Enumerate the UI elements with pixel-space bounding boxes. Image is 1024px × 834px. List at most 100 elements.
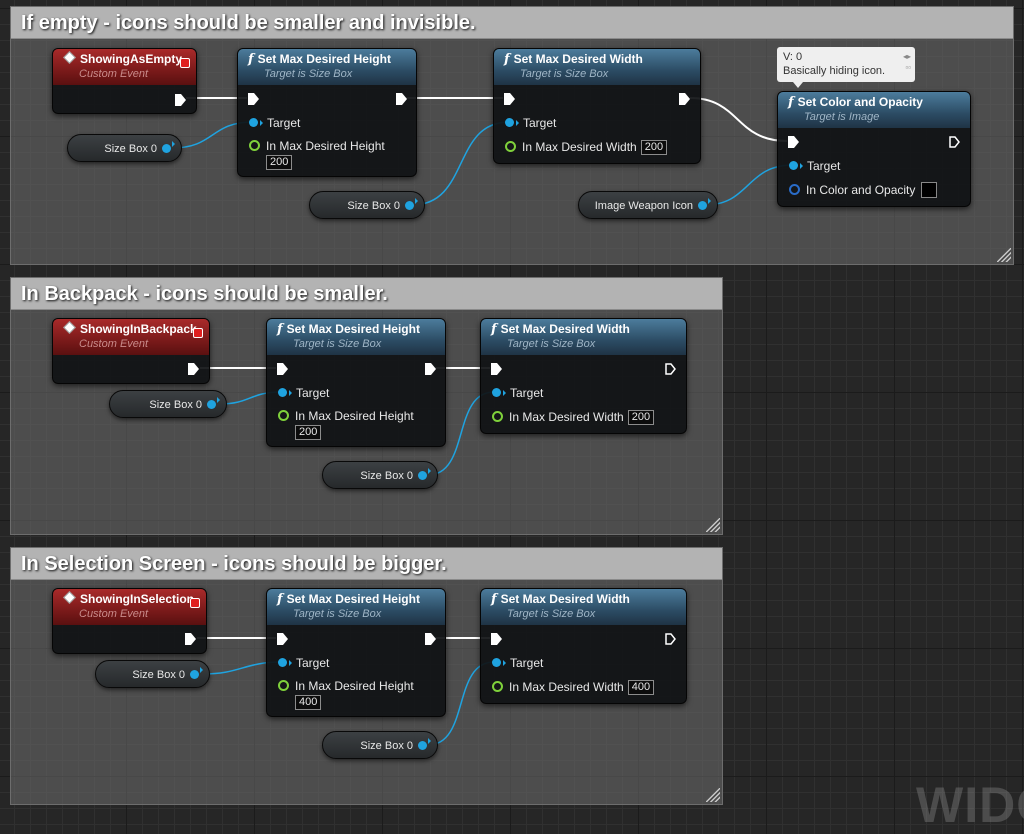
pin-icon[interactable]: ▫▫ <box>905 61 911 75</box>
set-max-desired-height-node[interactable]: f Set Max Desired Height Target is Size B… <box>237 48 417 177</box>
set-max-desired-width-node[interactable]: f Set Max Desired Width Target is Size Bo… <box>480 588 687 704</box>
target-pin[interactable]: Target <box>492 656 543 670</box>
node-title: Set Max Desired Width <box>500 592 630 606</box>
node-subtitle: Target is Image <box>804 111 880 123</box>
object-pin-icon[interactable] <box>190 670 199 679</box>
node-header: f Set Max Desired Height Target is Size B… <box>267 589 445 625</box>
exec-in-pin[interactable] <box>491 363 502 375</box>
target-pin[interactable]: Target <box>492 386 543 400</box>
color-swatch[interactable] <box>921 182 938 198</box>
exec-out-pin[interactable] <box>949 136 960 148</box>
exec-out-pin[interactable] <box>679 93 690 105</box>
node-header: ShowingInSelection Custom Event <box>53 589 206 625</box>
target-pin[interactable]: Target <box>278 656 329 670</box>
resize-handle-icon[interactable] <box>706 788 720 802</box>
resize-handle-icon[interactable] <box>706 518 720 532</box>
max-height-pin[interactable]: In Max Desired Height 200 <box>249 139 385 170</box>
set-max-desired-height-node[interactable]: f Set Max Desired Height Target is Size B… <box>266 588 446 717</box>
exec-out-pin[interactable] <box>425 633 436 645</box>
object-pin-icon <box>505 118 514 127</box>
max-width-input[interactable]: 200 <box>627 410 655 425</box>
max-width-input[interactable]: 400 <box>627 680 655 695</box>
float-pin-icon <box>492 681 503 692</box>
object-pin-icon[interactable] <box>698 201 707 210</box>
target-pin[interactable]: Target <box>505 116 556 130</box>
size-box-variable-node[interactable]: Size Box 0 <box>322 461 438 489</box>
variable-name: Size Box 0 <box>132 669 185 681</box>
max-height-pin[interactable]: In Max Desired Height 200 <box>278 409 414 440</box>
function-icon: f <box>248 52 254 67</box>
resize-handle-icon[interactable] <box>997 248 1011 262</box>
variable-name: Size Box 0 <box>360 470 413 482</box>
exec-out-pin[interactable] <box>665 633 676 645</box>
exec-in-pin[interactable] <box>788 136 799 148</box>
float-pin-icon <box>492 411 503 422</box>
exec-out-pin[interactable] <box>185 633 196 645</box>
object-pin-icon[interactable] <box>162 144 171 153</box>
max-width-pin[interactable]: In Max Desired Width 400 <box>492 680 655 695</box>
event-subtitle: Custom Event <box>79 68 149 80</box>
size-box-variable-node[interactable]: Size Box 0 <box>67 134 182 162</box>
object-pin-icon[interactable] <box>207 400 216 409</box>
exec-in-pin[interactable] <box>277 633 288 645</box>
event-node-showing-in-selection[interactable]: ShowingInSelection Custom Event <box>52 588 207 654</box>
node-comment-bubble[interactable]: V: 0 Basically hiding icon. ◂▸ ▫▫ <box>777 47 915 88</box>
event-subtitle: Custom Event <box>79 338 149 350</box>
object-pin-icon <box>278 388 287 397</box>
exec-in-pin[interactable] <box>248 93 259 105</box>
function-icon: f <box>277 592 283 607</box>
variable-name: Size Box 0 <box>149 399 202 411</box>
set-max-desired-width-node[interactable]: f Set Max Desired Width Target is Size Bo… <box>480 318 687 434</box>
comment-title[interactable]: In Backpack - icons should be smaller. <box>11 278 722 310</box>
size-box-variable-node[interactable]: Size Box 0 <box>109 390 227 418</box>
exec-out-pin[interactable] <box>665 363 676 375</box>
object-pin-icon[interactable] <box>405 201 414 210</box>
max-height-input[interactable]: 400 <box>295 695 322 710</box>
event-node-showing-in-backpack[interactable]: ShowingInBackpack Custom Event <box>52 318 210 384</box>
size-box-variable-node[interactable]: Size Box 0 <box>309 191 425 219</box>
max-width-pin[interactable]: In Max Desired Width 200 <box>505 140 668 155</box>
exec-out-pin[interactable] <box>188 363 199 375</box>
float-pin-icon <box>278 410 289 421</box>
delegate-pin-icon[interactable] <box>190 598 200 608</box>
event-subtitle: Custom Event <box>79 608 149 620</box>
node-header: f Set Color and Opacity Target is Image <box>778 92 970 128</box>
delegate-pin-icon[interactable] <box>180 58 190 68</box>
image-weapon-icon-variable-node[interactable]: Image Weapon Icon <box>578 191 718 219</box>
max-width-input[interactable]: 200 <box>640 140 668 155</box>
target-pin[interactable]: Target <box>789 159 840 173</box>
node-header: f Set Max Desired Height Target is Size B… <box>267 319 445 355</box>
comment-title[interactable]: In Selection Screen - icons should be bi… <box>11 548 722 580</box>
variable-name: Size Box 0 <box>360 740 413 752</box>
size-box-variable-node[interactable]: Size Box 0 <box>95 660 210 688</box>
exec-in-pin[interactable] <box>277 363 288 375</box>
size-box-variable-node[interactable]: Size Box 0 <box>322 731 438 759</box>
set-color-and-opacity-node[interactable]: f Set Color and Opacity Target is Image T… <box>777 91 971 207</box>
set-max-desired-height-node[interactable]: f Set Max Desired Height Target is Size B… <box>266 318 446 447</box>
node-comment-line: Basically hiding icon. <box>783 65 886 77</box>
exec-in-pin[interactable] <box>504 93 515 105</box>
target-pin[interactable]: Target <box>249 116 300 130</box>
node-subtitle: Target is Size Box <box>293 608 382 620</box>
node-header: f Set Max Desired Height Target is Size B… <box>238 49 416 85</box>
max-width-pin[interactable]: In Max Desired Width 200 <box>492 410 655 425</box>
max-height-input[interactable]: 200 <box>266 155 293 170</box>
comment-title[interactable]: If empty - icons should be smaller and i… <box>11 7 1013 39</box>
object-pin-icon <box>492 388 501 397</box>
max-height-pin[interactable]: In Max Desired Height 400 <box>278 679 414 710</box>
exec-in-pin[interactable] <box>491 633 502 645</box>
set-max-desired-width-node[interactable]: f Set Max Desired Width Target is Size Bo… <box>493 48 701 164</box>
node-header: f Set Max Desired Width Target is Size Bo… <box>481 319 686 355</box>
exec-out-pin[interactable] <box>425 363 436 375</box>
max-height-input[interactable]: 200 <box>295 425 322 440</box>
exec-out-pin[interactable] <box>396 93 407 105</box>
target-pin[interactable]: Target <box>278 386 329 400</box>
object-pin-icon <box>249 118 258 127</box>
delegate-pin-icon[interactable] <box>193 328 203 338</box>
object-pin-icon[interactable] <box>418 741 427 750</box>
object-pin-icon[interactable] <box>418 471 427 480</box>
event-node-showing-as-empty[interactable]: ShowingAsEmpty Custom Event <box>52 48 197 114</box>
color-opacity-pin[interactable]: In Color and Opacity <box>789 182 938 198</box>
node-subtitle: Target is Size Box <box>293 338 382 350</box>
exec-out-pin[interactable] <box>175 94 186 106</box>
